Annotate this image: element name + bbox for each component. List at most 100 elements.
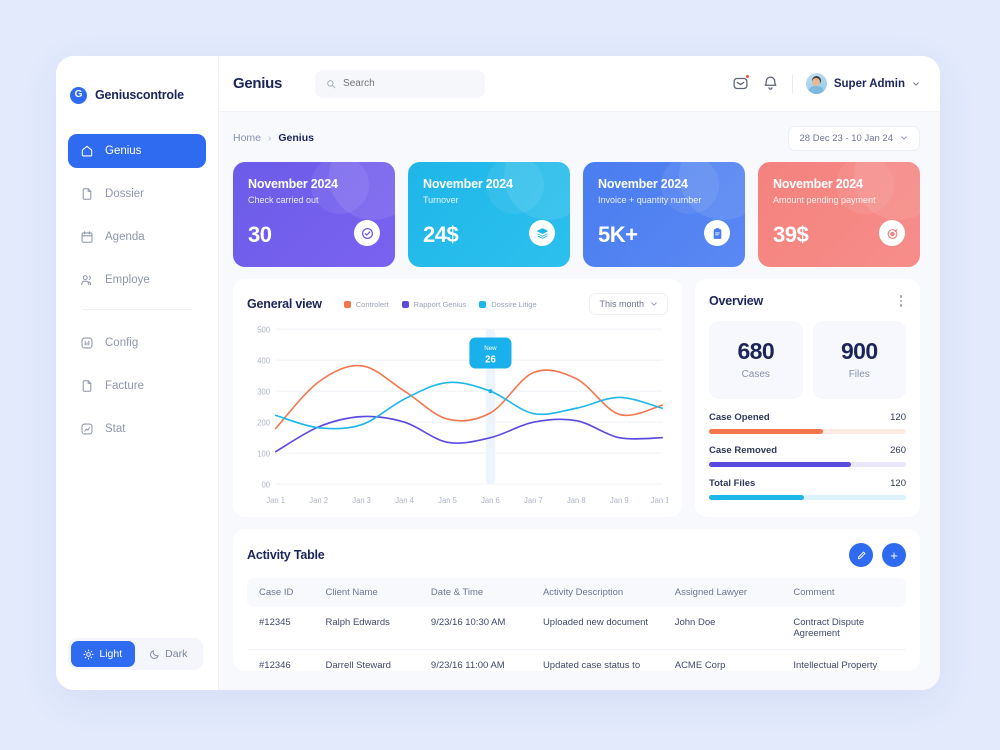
users-icon [80, 273, 94, 287]
brand[interactable]: G Geniuscontrole [56, 56, 218, 112]
progress-value: 120 [890, 477, 906, 489]
sidebar-item-stat[interactable]: Stat [68, 412, 206, 446]
more-options-icon[interactable] [896, 293, 907, 309]
overview-progress-bars: Case Opened 120 Case Removed 260 Total F… [709, 412, 906, 500]
theme-dark-label: Dark [165, 648, 188, 660]
stat-value: 5K+ [598, 222, 638, 247]
chart-legend: Controlert Rapport Genius Dossire Litige [343, 299, 537, 309]
breadcrumb-separator: › [268, 132, 272, 144]
user-menu[interactable]: Super Admin [805, 73, 920, 94]
progress-fill [709, 428, 824, 434]
overview-tiles: 680 Cases 900 Files [709, 320, 906, 399]
stat-subtitle: Check carried out [248, 195, 319, 205]
stat-subtitle: Turnover [423, 195, 459, 205]
svg-text:300: 300 [257, 387, 270, 396]
legend-swatch [343, 300, 351, 308]
cell-activity: Updated case status to Active' [536, 649, 669, 671]
legend-label: Controlert [355, 299, 389, 309]
overview-tile-label: Files [848, 368, 870, 380]
svg-text:Jan 9: Jan 9 [610, 496, 629, 505]
stat-title: November 2024 [773, 177, 863, 191]
overview-tile-label: Cases [741, 368, 770, 380]
calendar-icon [80, 230, 94, 244]
svg-text:Jan 5: Jan 5 [438, 496, 457, 505]
legend-swatch [479, 300, 487, 308]
notifications-bell-icon[interactable] [762, 75, 779, 92]
cell-comment: Intellectual Property Case [787, 649, 906, 671]
moon-icon [150, 649, 159, 659]
cell-case-id: #12345 [247, 607, 320, 650]
cell-lawyer: John Doe [668, 607, 788, 650]
content-area: Home › Genius 28 Dec 23 - 10 Jan 24 Nove… [219, 112, 940, 690]
date-range-label: 28 Dec 23 - 10 Jan 24 [799, 132, 893, 144]
check-circle-icon [354, 220, 380, 246]
cell-client: Ralph Edwards [319, 607, 425, 650]
progress-track [709, 461, 906, 467]
cell-client: Darrell Steward [319, 649, 425, 671]
messages-icon[interactable] [732, 74, 750, 92]
stat-card-turnover[interactable]: November 2024 Turnover 24$ [408, 162, 570, 267]
column-header-activity: Activity Description [536, 578, 669, 607]
page-title: Genius [233, 75, 283, 92]
sidebar-item-label: Agenda [105, 231, 145, 243]
column-header-case-id: Case ID [247, 578, 320, 607]
period-select[interactable]: This month [589, 293, 668, 315]
stat-title: November 2024 [423, 177, 513, 191]
progress-total-files: Total Files 120 [709, 478, 906, 500]
theme-dark-button[interactable]: Dark [137, 641, 201, 667]
legend-item[interactable]: Controlert [343, 299, 389, 309]
sidebar-item-facture[interactable]: Facture [68, 369, 206, 403]
sidebar-item-label: Stat [105, 423, 126, 435]
activity-table-title: Activity Table [247, 548, 325, 562]
legend-label: Rapport Genius [413, 299, 467, 309]
middle-row: General view Controlert Rapport Genius D… [233, 279, 920, 517]
progress-label: Total Files [709, 477, 756, 489]
sidebar-item-dossier[interactable]: Dossier [68, 177, 206, 211]
topbar-divider [791, 74, 793, 93]
legend-item[interactable]: Rapport Genius [401, 299, 467, 309]
sun-icon [83, 648, 94, 660]
sidebar-item-employe[interactable]: Employe [68, 263, 206, 297]
column-header-lawyer: Assigned Lawyer [668, 578, 788, 607]
table-header-row: Case ID Client Name Date & Time Activity… [247, 578, 906, 607]
sidebar-item-config[interactable]: Config [68, 326, 206, 360]
stat-card-invoice-quantity[interactable]: November 2024 Invoice + quantity number … [583, 162, 745, 267]
user-name: Super Admin [833, 77, 905, 90]
svg-text:400: 400 [257, 356, 270, 365]
sidebar-item-genius[interactable]: Genius [68, 134, 206, 168]
overview-title: Overview [709, 293, 763, 308]
theme-light-button[interactable]: Light [71, 641, 135, 667]
sidebar-item-label: Facture [105, 380, 144, 392]
cell-lawyer: ACME Corp [668, 649, 788, 671]
activity-table-card: Activity Table + Case ID Client Name Dat… [233, 529, 920, 671]
search-box[interactable] [315, 69, 486, 98]
activity-table-header: Activity Table + [247, 543, 906, 567]
table-row[interactable]: #12345 Ralph Edwards 9/23/16 10:30 AM Up… [247, 607, 906, 650]
svg-text:Jan 1: Jan 1 [266, 496, 285, 505]
sidebar-item-label: Dossier [105, 188, 144, 200]
svg-text:Jan 4: Jan 4 [395, 496, 414, 505]
stat-card-pending-payment[interactable]: November 2024 Amount pending payment 39$ [758, 162, 920, 267]
progress-case-removed: Case Removed 260 [709, 445, 906, 467]
sidebar-item-agenda[interactable]: Agenda [68, 220, 206, 254]
main-area: Genius Super Admin [219, 56, 940, 690]
stat-card-check-carried-out[interactable]: November 2024 Check carried out 30 [233, 162, 395, 267]
overview-header: Overview [709, 293, 906, 309]
theme-light-label: Light [99, 648, 123, 660]
progress-track [709, 428, 906, 434]
add-button[interactable]: + [882, 543, 906, 567]
search-input[interactable] [343, 78, 475, 89]
sidebar-item-label: Employe [105, 274, 150, 286]
edit-pencil-icon[interactable] [849, 543, 873, 567]
table-row[interactable]: #12346 Darrell Steward 9/23/16 11:00 AM … [247, 649, 906, 671]
progress-value: 120 [890, 411, 906, 423]
breadcrumb-home[interactable]: Home [233, 132, 261, 144]
progress-value: 260 [890, 444, 906, 456]
svg-text:500: 500 [257, 325, 270, 334]
date-range-picker[interactable]: 28 Dec 23 - 10 Jan 24 [787, 125, 920, 151]
legend-item[interactable]: Dossire Litige [479, 300, 537, 309]
sidebar-item-label: Genius [105, 145, 142, 157]
breadcrumb-row: Home › Genius 28 Dec 23 - 10 Jan 24 [233, 125, 920, 151]
svg-text:Jan 8: Jan 8 [567, 496, 586, 505]
overview-tile-value: 900 [840, 337, 878, 364]
